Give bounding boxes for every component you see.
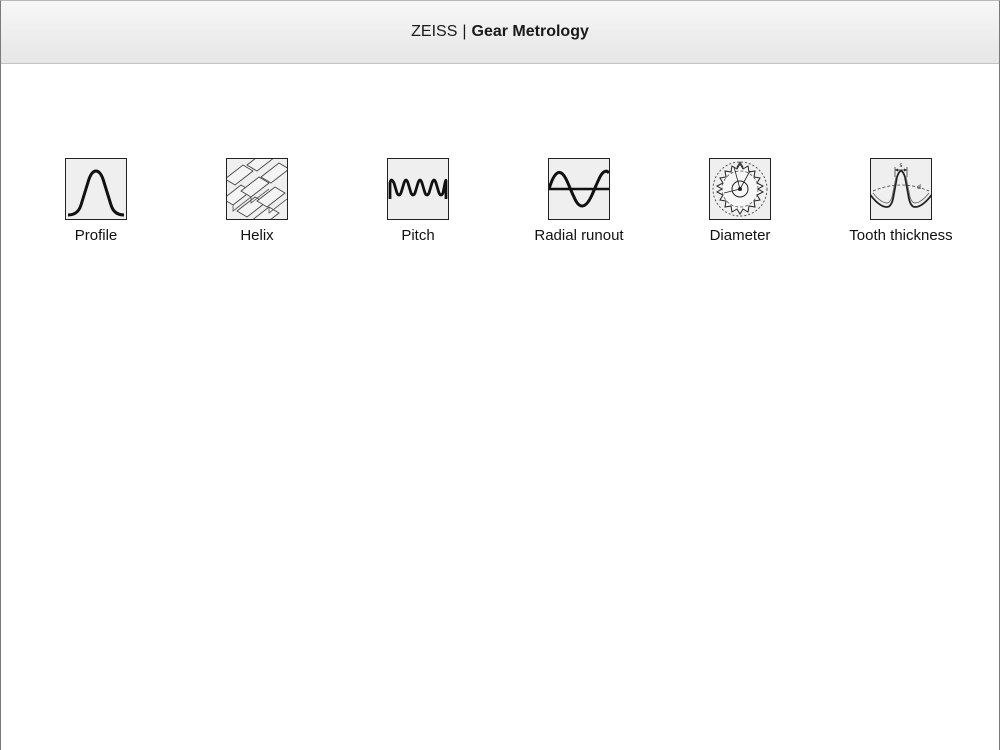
tile-label: Pitch <box>401 227 435 244</box>
tile-profile[interactable]: Profile <box>31 158 161 258</box>
tile-label: Diameter <box>709 227 771 244</box>
measurement-menu: Profile Helix Pitch Radial runout Diamet… <box>1 158 999 258</box>
title-separator: | <box>462 23 467 40</box>
tile-label: Helix <box>240 227 274 244</box>
app-title: Gear Metrology <box>471 23 589 40</box>
svg-text:d: d <box>917 184 921 191</box>
brand-name: ZEISS <box>411 23 458 40</box>
radial-runout-icon <box>548 158 610 220</box>
helix-icon <box>226 158 288 220</box>
svg-text:s: s <box>899 162 902 169</box>
tile-helix[interactable]: Helix <box>192 158 322 258</box>
tooth-thickness-icon: s d <box>870 158 932 220</box>
app-screen: ZEISS | Gear Metrology Profile Helix Pit… <box>0 0 1000 750</box>
title-bar: ZEISS | Gear Metrology <box>1 1 999 64</box>
tile-tooth-thickness[interactable]: s d Tooth thickness <box>836 158 966 258</box>
tile-label: Profile <box>74 227 118 244</box>
pitch-icon <box>387 158 449 220</box>
profile-icon <box>65 158 127 220</box>
tile-label: Radial runout <box>534 227 624 244</box>
tile-pitch[interactable]: Pitch <box>353 158 483 258</box>
tile-label: Tooth thickness <box>849 227 953 244</box>
diameter-icon <box>709 158 771 220</box>
tile-diameter[interactable]: Diameter <box>675 158 805 258</box>
tile-radial-runout[interactable]: Radial runout <box>514 158 644 258</box>
